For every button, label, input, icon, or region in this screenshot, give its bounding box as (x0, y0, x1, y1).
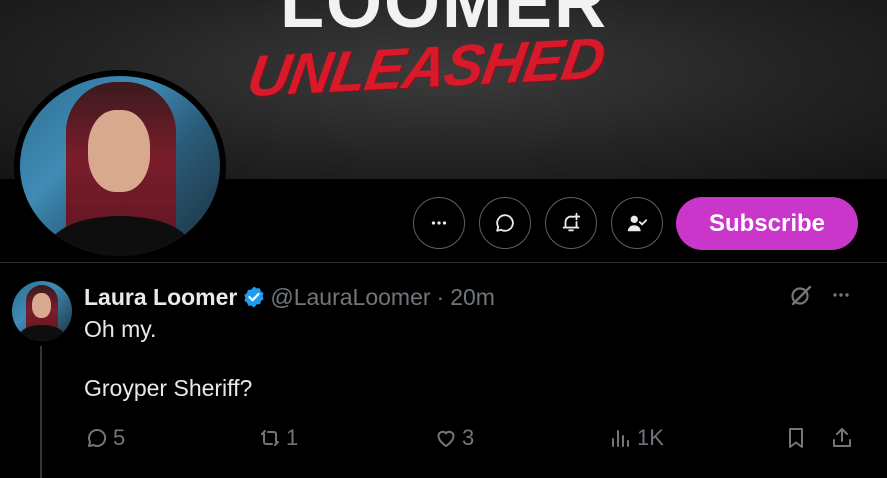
share-button[interactable] (829, 424, 855, 452)
reply-button[interactable]: 5 (85, 424, 125, 452)
verified-badge-icon[interactable] (242, 285, 266, 309)
grok-button[interactable] (789, 283, 813, 307)
repost-button[interactable]: 1 (258, 424, 298, 452)
person-check-icon (627, 215, 648, 232)
repost-icon (261, 430, 279, 446)
handle[interactable]: @LauraLoomer (270, 284, 430, 311)
tweet-text-line-2: Groyper Sheriff? (84, 375, 253, 401)
reply-icon (88, 428, 107, 447)
thread-line (40, 346, 42, 478)
tweet-more-button[interactable] (829, 283, 853, 307)
grok-icon (791, 285, 812, 306)
tweet-author-avatar[interactable] (12, 281, 72, 341)
bell-plus-icon (562, 212, 581, 232)
bookmark-button[interactable] (783, 424, 809, 452)
like-button[interactable]: 3 (434, 424, 474, 452)
more-icon (833, 293, 849, 297)
views-count: 1K (637, 425, 664, 450)
views-button[interactable]: 1K (609, 424, 664, 452)
divider (0, 262, 887, 263)
message-button[interactable] (479, 197, 531, 249)
reply-count: 5 (113, 425, 126, 450)
repost-count: 1 (286, 425, 299, 450)
bookmark-icon (789, 428, 803, 448)
timestamp[interactable]: 20m (450, 284, 495, 311)
views-icon (612, 430, 629, 447)
more-options-button[interactable] (413, 197, 465, 249)
tweet-text-line-1: Oh my. (84, 316, 157, 342)
share-icon (833, 428, 851, 447)
tweet-header: Laura Loomer @LauraLoomer · 20m (84, 282, 495, 312)
like-count: 3 (462, 425, 475, 450)
separator: · (436, 283, 445, 310)
profile-avatar[interactable] (14, 70, 226, 262)
notifications-button[interactable] (545, 197, 597, 249)
subscribe-button[interactable]: Subscribe (676, 197, 858, 250)
more-icon (431, 221, 447, 225)
display-name[interactable]: Laura Loomer (84, 284, 237, 311)
heart-icon (437, 430, 455, 447)
message-icon (496, 214, 514, 232)
following-button[interactable] (611, 197, 663, 249)
